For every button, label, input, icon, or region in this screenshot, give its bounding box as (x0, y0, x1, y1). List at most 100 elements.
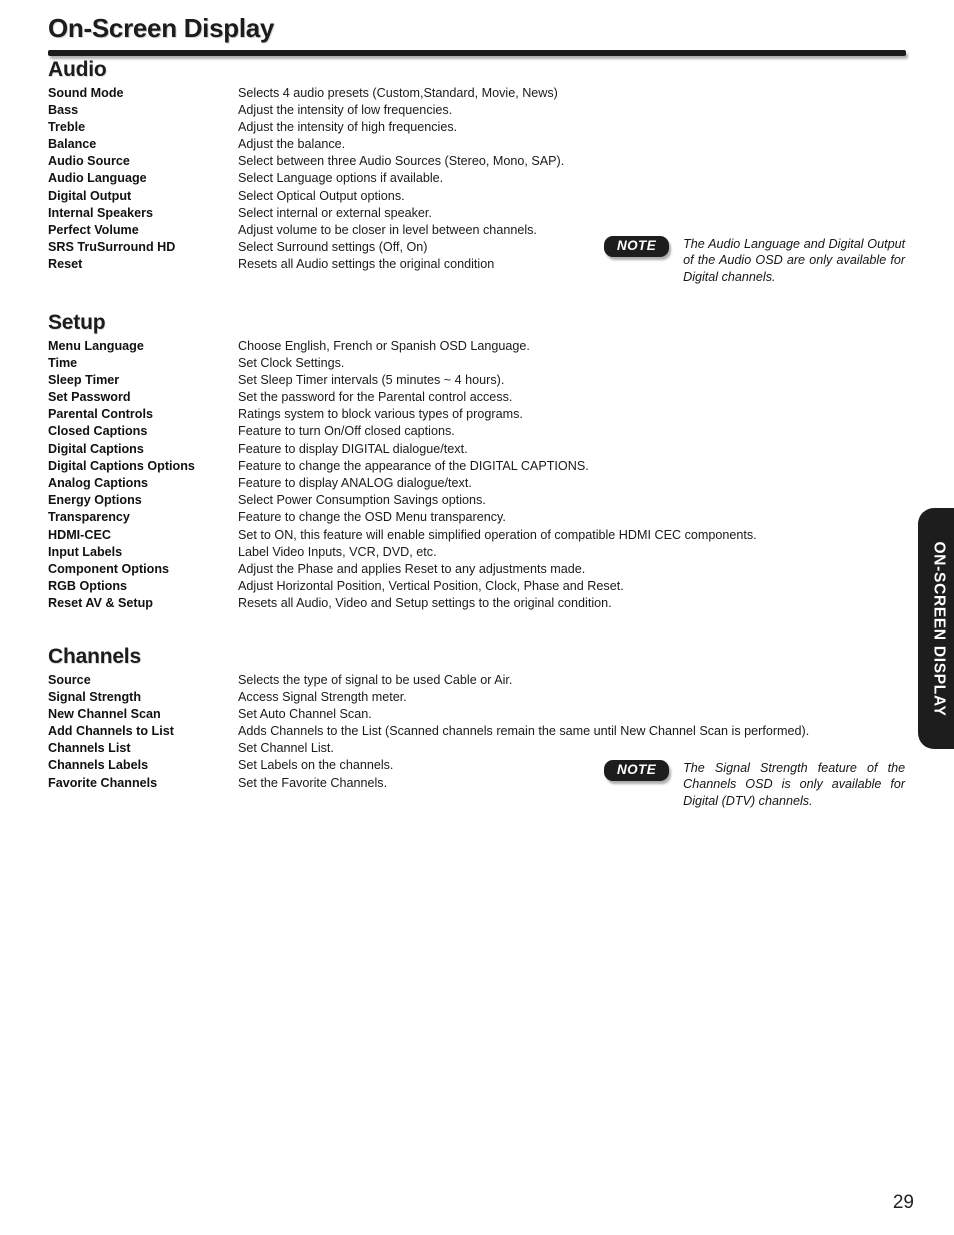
settings-row: Transparency Feature to change the OSD Me… (48, 509, 908, 526)
setting-name: Reset AV & Setup (48, 596, 153, 611)
setting-name: Add Channels to List (48, 724, 174, 739)
settings-row: Source Selects the type of signal to be u… (48, 672, 908, 689)
page-number: 29 (892, 1192, 914, 1213)
section-heading-channels: Channels (48, 645, 141, 668)
note-callout-audio: NOTE The Audio Language and Digital Outp… (604, 236, 914, 285)
setting-name: Time (48, 355, 78, 370)
setting-name: Sound Mode (48, 85, 124, 100)
setting-name: Digital Captions (48, 441, 144, 456)
setting-name: New Channel Scan (48, 706, 161, 721)
setting-name: Component Options (48, 561, 170, 576)
note-badge: NOTE (604, 760, 670, 782)
setting-description: Feature to display ANALOG dialogue/text. (238, 476, 472, 491)
setting-name: Analog Captions (48, 476, 149, 491)
setting-description: Select internal or external speaker. (238, 205, 432, 220)
setting-description: Feature to change the OSD Menu transpare… (238, 510, 506, 525)
setting-description: Feature to display DIGITAL dialogue/text… (238, 441, 468, 456)
settings-row: RGB Options Adjust Horizontal Position, V… (48, 578, 908, 595)
setting-name: Input Labels (48, 544, 123, 559)
settings-row: Digital Output Select Optical Output opti… (48, 188, 908, 205)
setting-name: Signal Strength (48, 689, 142, 704)
settings-row: Closed Captions Feature to turn On/Off cl… (48, 423, 908, 440)
setting-description: Resets all Audio, Video and Setup settin… (238, 596, 612, 611)
setting-description: Adjust the intensity of low frequencies. (238, 102, 453, 117)
setting-name: Favorite Channels (48, 775, 158, 790)
setting-name: Audio Language (48, 171, 147, 186)
setting-name: Reset (48, 257, 83, 272)
side-tab-label: ON-SCREEN DISPLAY (930, 541, 947, 716)
settings-row: Treble Adjust the intensity of high frequ… (48, 119, 908, 136)
setting-description: Set Clock Settings. (238, 355, 345, 370)
setting-description: Select Optical Output options. (238, 188, 405, 203)
setting-name: Bass (48, 102, 79, 117)
setting-description: Feature to change the appearance of the … (238, 458, 589, 473)
setting-description: Set Auto Channel Scan. (238, 706, 372, 721)
setting-description: Label Video Inputs, VCR, DVD, etc. (238, 544, 437, 559)
setting-description: Ratings system to block various types of… (238, 407, 523, 422)
settings-row: Balance Adjust the balance. (48, 136, 908, 153)
section-setup: Setup Menu Language Choose English, Frenc… (48, 311, 908, 613)
setting-description: Selects the type of signal to be used Ca… (238, 672, 513, 687)
note-text: The Signal Strength feature of the Chann… (683, 761, 906, 808)
note-text: The Audio Language and Digital Output of… (683, 237, 906, 284)
setting-description: Selects 4 audio presets (Custom,Standard… (238, 85, 558, 100)
setting-description: Adjust the intensity of high frequencies… (238, 119, 458, 134)
settings-row: Sound Mode Selects 4 audio presets (Custo… (48, 85, 908, 102)
settings-row: Parental Controls Ratings system to block… (48, 406, 908, 423)
setting-name: Closed Captions (48, 424, 148, 439)
setting-name: Digital Captions Options (48, 458, 195, 473)
settings-row: Digital Captions Feature to display DIGIT… (48, 441, 908, 458)
setting-name: Channels List (48, 741, 131, 756)
settings-row: Input Labels Label Video Inputs, VCR, DVD… (48, 544, 908, 561)
note-badge: NOTE (604, 236, 670, 258)
setting-name: HDMI-CEC (48, 527, 111, 542)
setting-description: Select Power Consumption Savings options… (238, 493, 486, 508)
settings-row: Bass Adjust the intensity of low frequenc… (48, 102, 908, 119)
settings-row: Add Channels to List Adds Channels to the… (48, 723, 908, 740)
setting-name: Menu Language (48, 338, 144, 353)
settings-row: Digital Captions Options Feature to chang… (48, 458, 908, 475)
setting-description: Access Signal Strength meter. (238, 689, 407, 704)
settings-list-setup: Menu Language Choose English, French or S… (48, 338, 908, 613)
setting-description: Set to ON, this feature will enable simp… (238, 527, 757, 542)
page-header: On-Screen Display (48, 14, 906, 56)
side-tab-on-screen-display: ON-SCREEN DISPLAY (918, 508, 954, 749)
setting-name: Digital Output (48, 188, 132, 203)
settings-row: Signal Strength Access Signal Strength me… (48, 689, 908, 706)
note-callout-channels: NOTE The Signal Strength feature of the … (604, 760, 914, 809)
setting-description: Feature to turn On/Off closed captions. (238, 424, 455, 439)
section-heading-audio: Audio (48, 58, 107, 81)
settings-row: Time Set Clock Settings. (48, 355, 908, 372)
document-page: On-Screen Display Audio Sound Mode Select… (0, 0, 954, 1235)
setting-description: Adjust the balance. (238, 137, 346, 152)
settings-row: Audio Language Select Language options if… (48, 170, 908, 187)
setting-name: Parental Controls (48, 407, 153, 422)
settings-row: New Channel Scan Set Auto Channel Scan. (48, 706, 908, 723)
setting-description: Select Language options if available. (238, 171, 444, 186)
settings-row: Analog Captions Feature to display ANALOG… (48, 475, 908, 492)
setting-name: SRS TruSurround HD (48, 240, 176, 255)
setting-name: Set Password (48, 390, 131, 405)
settings-row: Reset AV & Setup Resets all Audio, Video … (48, 595, 908, 612)
setting-name: Sleep Timer (48, 372, 120, 387)
setting-name: Balance (48, 137, 97, 152)
settings-row: HDMI-CEC Set to ON, this feature will ena… (48, 527, 908, 544)
setting-description: Set Channel List. (238, 741, 334, 756)
setting-description: Choose English, French or Spanish OSD La… (238, 338, 530, 353)
settings-row: Sleep Timer Set Sleep Timer intervals (5 … (48, 372, 908, 389)
setting-description: Adjust the Phase and applies Reset to an… (238, 561, 586, 576)
setting-name: RGB Options (48, 579, 128, 594)
settings-row: Energy Options Select Power Consumption S… (48, 492, 908, 509)
settings-row: Set Password Set the password for the Par… (48, 389, 908, 406)
setting-description: Select between three Audio Sources (Ster… (238, 154, 565, 169)
setting-name: Internal Speakers (48, 205, 153, 220)
setting-name: Source (48, 672, 91, 687)
setting-name: Energy Options (48, 493, 142, 508)
section-heading-setup: Setup (48, 311, 106, 334)
setting-description: Adds Channels to the List (Scanned chann… (238, 724, 810, 739)
settings-row: Internal Speakers Select internal or exte… (48, 205, 908, 222)
settings-row: Menu Language Choose English, French or S… (48, 338, 908, 355)
setting-description: Adjust Horizontal Position, Vertical Pos… (238, 579, 624, 594)
settings-row: Audio Source Select between three Audio S… (48, 153, 908, 170)
setting-description: Set Sleep Timer intervals (5 minutes ~ 4… (238, 372, 505, 387)
